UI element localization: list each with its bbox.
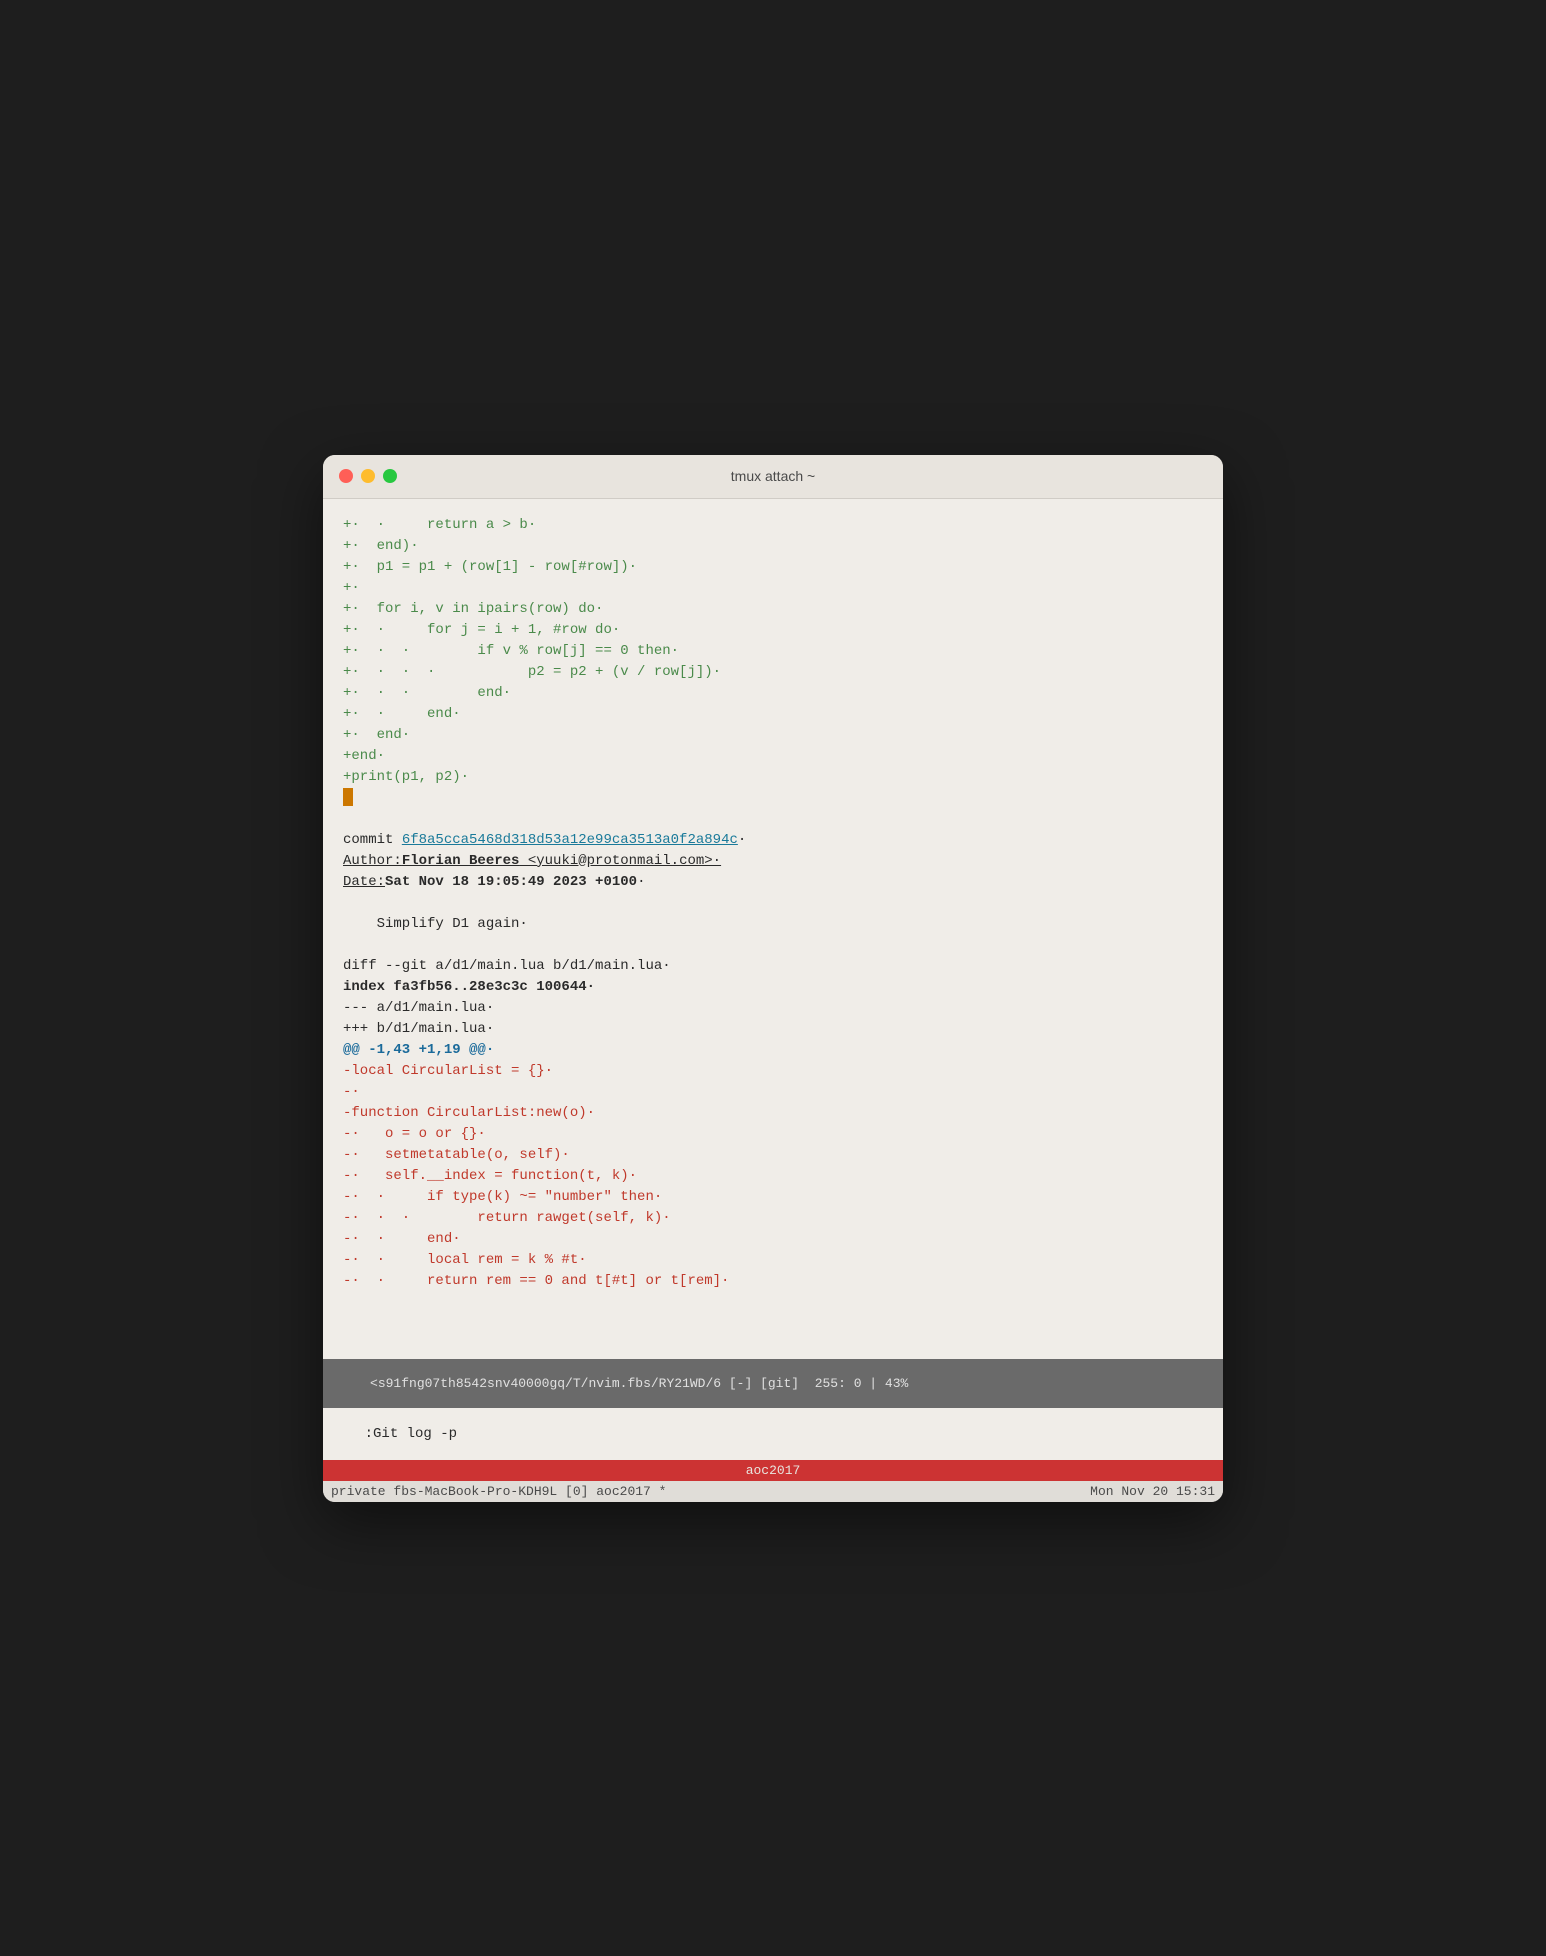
red-line-1: -local CircularList = {}· [343,1061,1203,1082]
tmux-session-info: private fbs-MacBook-Pro-KDH9L [0] aoc201… [331,1484,666,1499]
author-name: Florian Beeres [402,851,520,872]
commit-hash-line: commit 6f8a5cca5468d318d53a12e99ca3513a0… [343,830,1203,851]
red-line-9: -· · end· [343,1229,1203,1250]
command-line-text: :Git log -p [365,1426,457,1442]
tmux-status-bar: aoc2017 [323,1460,1223,1481]
red-line-5: -· setmetatable(o, self)· [343,1145,1203,1166]
tmux-bar-right-line [808,1469,1223,1471]
author-label: Author: [343,851,402,872]
red-line-8: -· · · return rawget(self, k)· [343,1208,1203,1229]
tmux-session-name: aoc2017 [738,1463,809,1478]
empty-line-2 [343,893,1203,914]
diff-line-9: +· · · end· [343,683,1203,704]
close-button[interactable] [339,469,353,483]
cursor [343,788,353,806]
red-line-10: -· · local rem = k % #t· [343,1250,1203,1271]
diff-line-6: +· · for j = i + 1, #row do· [343,620,1203,641]
diff-index: index fa3fb56..28e3c3c 100644· [343,977,1203,998]
minimize-button[interactable] [361,469,375,483]
tmux-bar-left-line [323,1469,738,1471]
empty-line-1 [343,809,1203,830]
red-line-7: -· · if type(k) ~= "number" then· [343,1187,1203,1208]
diff-line-10: +· · end· [343,704,1203,725]
maximize-button[interactable] [383,469,397,483]
red-line-4: -· o = o or {}· [343,1124,1203,1145]
red-line-11: -· · return rem == 0 and t[#t] or t[rem]… [343,1271,1203,1292]
red-line-2: -· [343,1082,1203,1103]
tmux-time: Mon Nov 20 15:31 [1090,1484,1215,1499]
window-title: tmux attach ~ [731,468,815,484]
diff-line-11: +· end· [343,725,1203,746]
diff-line-2: +· end)· [343,536,1203,557]
red-line-3: -function CircularList:new(o)· [343,1103,1203,1124]
hunk-header: @@ -1,43 +1,19 @@· [343,1040,1203,1061]
titlebar: tmux attach ~ [323,455,1223,499]
terminal-body[interactable]: +· · return a > b· +· end)· +· p1 = p1 +… [323,499,1223,1359]
diff-header-1: diff --git a/d1/main.lua b/d1/main.lua· [343,956,1203,977]
diff-line-12: +end· [343,746,1203,767]
tmux-bottom-status: private fbs-MacBook-Pro-KDH9L [0] aoc201… [323,1481,1223,1502]
terminal-window: tmux attach ~ +· · return a > b· +· end)… [323,455,1223,1502]
diff-line-13: +print(p1, p2)· [343,767,1203,788]
diff-from: --- a/d1/main.lua· [343,998,1203,1019]
date-value: Sat Nov 18 19:05:49 2023 +0100 [385,872,637,893]
vim-status-bar: <s91fng07th8542snv40000gq/T/nvim.fbs/RY2… [323,1359,1223,1408]
cursor-line [343,788,1203,809]
commit-message: Simplify D1 again· [343,914,1203,935]
status-bar-text: <s91fng07th8542snv40000gq/T/nvim.fbs/RY2… [362,1376,908,1391]
commit-hash: 6f8a5cca5468d318d53a12e99ca3513a0f2a894c [402,830,738,851]
date-line: Date: Sat Nov 18 19:05:49 2023 +0100· [343,872,1203,893]
author-line: Author: Florian Beeres <yuuki@protonmail… [343,851,1203,872]
vim-command-line: :Git log -p [323,1408,1223,1460]
diff-line-5: +· for i, v in ipairs(row) do· [343,599,1203,620]
diff-line-4: +· [343,578,1203,599]
red-line-6: -· self.__index = function(t, k)· [343,1166,1203,1187]
diff-line-8: +· · · · p2 = p2 + (v / row[j])· [343,662,1203,683]
date-label: Date: [343,872,385,893]
traffic-lights [339,469,397,483]
diff-to: +++ b/d1/main.lua· [343,1019,1203,1040]
diff-line-1: +· · return a > b· [343,515,1203,536]
diff-line-3: +· p1 = p1 + (row[1] - row[#row])· [343,557,1203,578]
empty-line-3 [343,935,1203,956]
diff-line-7: +· · · if v % row[j] == 0 then· [343,641,1203,662]
